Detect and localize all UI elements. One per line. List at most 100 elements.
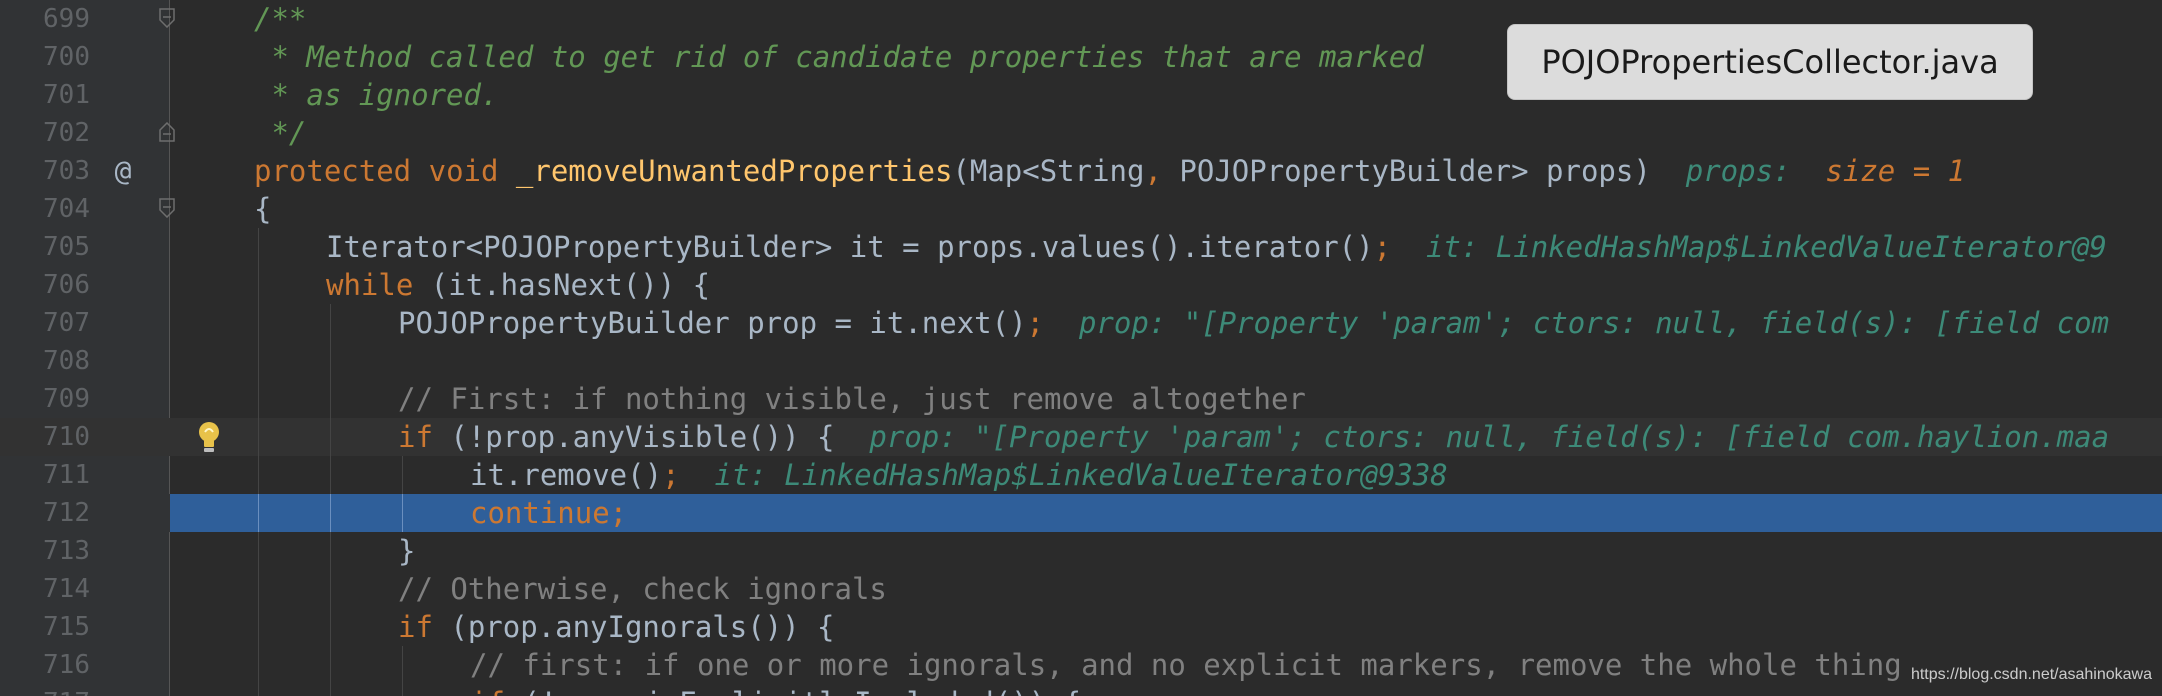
indent-guide (402, 684, 403, 696)
line-number: 712 (43, 498, 90, 528)
line-number: 701 (43, 80, 90, 110)
indent-guide (258, 418, 259, 456)
keyword: protected (254, 154, 412, 188)
code-fragment: Iterator<POJOPropertyBuilder> it = props… (326, 230, 1374, 264)
line-number: 709 (43, 384, 90, 414)
code-text: protected void _removeUnwantedProperties… (254, 152, 1965, 190)
code-text: POJOPropertyBuilder prop = it.next(); pr… (398, 304, 2109, 342)
code-line[interactable]: 703 @ protected void _removeUnwantedProp… (0, 152, 2162, 190)
code-text: // Otherwise, check ignorals (398, 572, 887, 606)
indent-guide (402, 646, 403, 684)
indent-guide (330, 304, 331, 342)
indent-guide (330, 494, 331, 532)
line-number: 707 (43, 308, 90, 338)
fold-close-icon[interactable] (159, 122, 175, 142)
code-line[interactable]: 709 // First: if nothing visible, just r… (0, 380, 2162, 418)
code-fragment: (prop.anyIgnorals()) { (432, 610, 835, 644)
keyword: if (398, 610, 433, 644)
inline-debug-value: size = 1 (1825, 154, 1966, 188)
indent-guide (330, 456, 331, 494)
line-number: 710 (43, 422, 90, 452)
code-text: while (it.hasNext()) { (326, 266, 710, 304)
indent-guide (330, 418, 331, 456)
line-number: 699 (43, 4, 90, 34)
file-name-badge: POJOPropertiesCollector.java (1507, 24, 2033, 100)
line-number: 711 (43, 460, 90, 490)
indent-guide (330, 608, 331, 646)
code-line[interactable]: 702 */ (0, 114, 2162, 152)
indent-guide (258, 266, 259, 304)
code-text: continue; (470, 496, 628, 530)
line-number: 716 (43, 650, 90, 680)
line-number: 702 (43, 118, 90, 148)
fold-open-icon[interactable] (159, 198, 175, 218)
inline-debug-hint: it: LinkedHashMap$LinkedValueIterator@9 (1425, 230, 2107, 264)
code-fragment: (Map<String (952, 154, 1145, 188)
code-text: // First: if nothing visible, just remov… (398, 382, 1306, 416)
code-text: /** (254, 2, 307, 36)
code-line[interactable]: 706 while (it.hasNext()) { (0, 266, 2162, 304)
code-line[interactable]: 708 (0, 342, 2162, 380)
line-number: 705 (43, 232, 90, 262)
code-text: * Method called to get rid of candidate … (254, 40, 1424, 74)
code-line[interactable]: 716 // first: if one or more ignorals, a… (0, 646, 2162, 684)
lightbulb-icon[interactable] (196, 420, 222, 454)
indent-guide (330, 570, 331, 608)
indent-guide (330, 380, 331, 418)
indent-guide (258, 532, 259, 570)
code-line[interactable]: 711 it.remove(); it: LinkedHashMap$Linke… (0, 456, 2162, 494)
indent-guide (258, 494, 259, 532)
watermark: https://blog.csdn.net/asahinokawa (1910, 666, 2152, 683)
override-at-icon[interactable]: @ (108, 152, 138, 190)
code-fragment: (it.hasNext()) { (413, 268, 711, 302)
code-text: */ (254, 116, 307, 150)
execution-highlight (170, 494, 2162, 532)
code-fragment: , (1144, 154, 1180, 188)
semicolon: ; (1373, 230, 1392, 264)
indent-guide (258, 380, 259, 418)
code-fragment: (!prop.isExplicitlyIncluded()) { (505, 686, 1081, 696)
indent-guide (258, 570, 259, 608)
fold-open-icon[interactable] (159, 8, 175, 28)
code-line[interactable]: 717 if (!prop.isExplicitlyIncluded()) { (0, 684, 2162, 696)
indent-guide (258, 684, 259, 696)
indent-guide (330, 646, 331, 684)
indent-guide (330, 532, 331, 570)
inline-debug-hint: prop: "[Property 'param'; ctors: null, f… (1078, 306, 2110, 340)
code-fragment: POJOPropertyBuilder prop = it.next() (398, 306, 1027, 340)
line-number: 700 (43, 42, 90, 72)
code-line-execution-point[interactable]: 712 continue; (0, 494, 2162, 532)
code-text: if (!prop.anyVisible()) { prop: "[Proper… (398, 418, 2109, 456)
indent-guide (330, 342, 331, 380)
code-line[interactable]: 715 if (prop.anyIgnorals()) { (0, 608, 2162, 646)
code-line[interactable]: 704 { (0, 190, 2162, 228)
line-number: 703 (43, 156, 90, 186)
line-number: 715 (43, 612, 90, 642)
code-text: Iterator<POJOPropertyBuilder> it = props… (326, 228, 2107, 266)
indent-guide (402, 494, 403, 532)
line-number: 717 (10, 684, 90, 696)
code-line-current[interactable]: 710 if (!prop.anyVisible()) { prop: "[Pr… (0, 418, 2162, 456)
code-line[interactable]: 707 POJOPropertyBuilder prop = it.next()… (0, 304, 2162, 342)
line-number: 704 (43, 194, 90, 224)
inline-debug-hint: it: LinkedHashMap$LinkedValueIterator@93… (714, 458, 1448, 492)
code-line[interactable]: 713 } (0, 532, 2162, 570)
keyword: if (398, 420, 433, 454)
code-line[interactable]: 714 // Otherwise, check ignorals (0, 570, 2162, 608)
keyword: while (326, 268, 414, 302)
indent-guide (402, 456, 403, 494)
semicolon: ; (1026, 306, 1045, 340)
code-line[interactable]: 705 Iterator<POJOPropertyBuilder> it = p… (0, 228, 2162, 266)
method-name: _removeUnwantedProperties (515, 154, 953, 188)
code-text: * as ignored. (254, 78, 499, 112)
line-number: 706 (43, 270, 90, 300)
code-editor[interactable]: 699 /** 700 * Method called to get rid o… (0, 0, 2162, 696)
line-number: 713 (43, 536, 90, 566)
code-text: it.remove(); it: LinkedHashMap$LinkedVal… (470, 456, 1448, 494)
code-text: // first: if one or more ignorals, and n… (470, 648, 1902, 682)
indent-guide (258, 228, 259, 266)
code-text: if (prop.anyIgnorals()) { (398, 608, 835, 646)
indent-guide (258, 646, 259, 684)
code-text: if (!prop.isExplicitlyIncluded()) { (470, 684, 1081, 696)
code-text: } (398, 534, 416, 568)
